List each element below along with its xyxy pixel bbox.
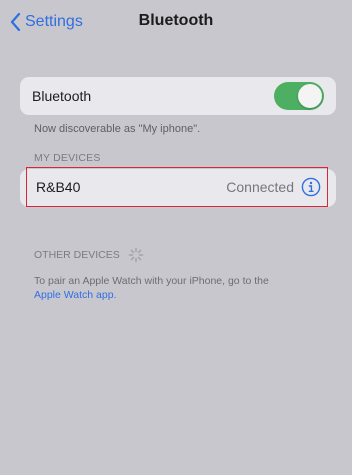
navigation-bar: Settings Bluetooth [0,0,352,44]
apple-watch-app-link[interactable]: Apple Watch app. [34,288,334,302]
bluetooth-row: Bluetooth [20,77,336,115]
apple-watch-note: To pair an Apple Watch with your iPhone,… [34,274,334,302]
page-title: Bluetooth [138,12,214,29]
apple-watch-note-text: To pair an Apple Watch with your iPhone,… [34,275,269,287]
other-devices-header-row: OTHER DEVICES [34,247,144,263]
device-status: Connected [226,179,294,195]
bluetooth-toggle[interactable] [274,82,324,110]
info-icon[interactable] [301,177,321,197]
device-name: R&B40 [36,179,81,195]
my-devices-header: MY DEVICES [34,152,101,164]
bluetooth-label: Bluetooth [32,88,92,104]
loading-spinner-icon [128,247,144,263]
bluetooth-group: Bluetooth [20,77,336,115]
other-devices-header: OTHER DEVICES [34,249,120,261]
device-row[interactable]: R&B40 Connected [26,167,328,207]
toggle-knob [298,84,322,108]
discoverable-caption: Now discoverable as "My iphone". [34,123,201,135]
